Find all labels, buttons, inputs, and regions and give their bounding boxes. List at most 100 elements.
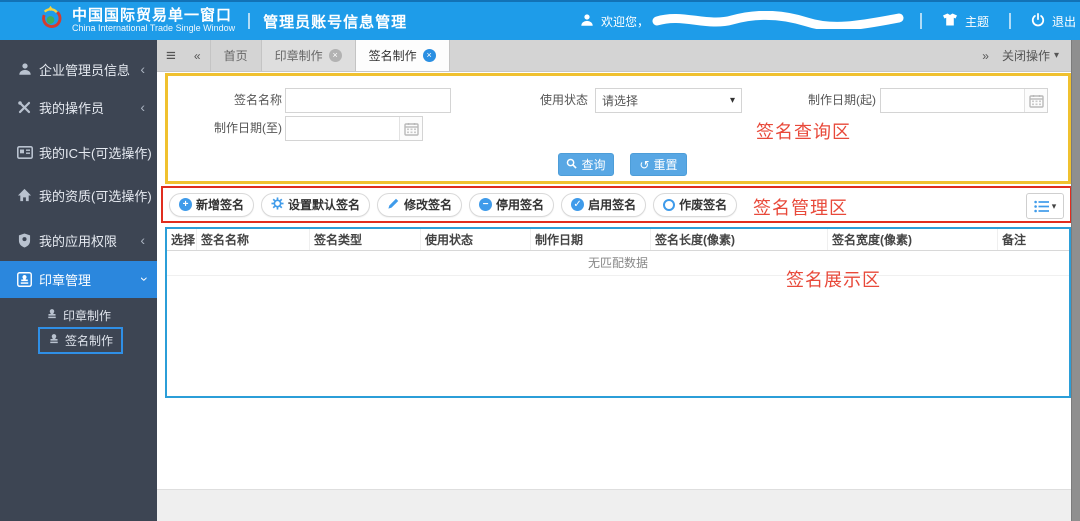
reset-button[interactable]: ↺ 重置 — [630, 153, 687, 176]
chevron-left-icon: ‹ — [140, 144, 145, 160]
brand-subtitle: China International Trade Single Window — [72, 24, 235, 34]
disable-signature-button[interactable]: − 停用签名 — [469, 193, 554, 217]
enable-signature-button[interactable]: ✓ 启用签名 — [561, 193, 646, 217]
search-icon — [566, 158, 577, 172]
search-button-label: 查询 — [581, 156, 605, 173]
sidebar-item-label: 企业管理员信息 — [39, 60, 130, 79]
footer-band — [157, 489, 1071, 521]
stamp-icon — [46, 308, 58, 323]
column-header-usage-status: 使用状态 — [421, 229, 531, 250]
tab-label: 首页 — [224, 47, 248, 64]
tab-home[interactable]: 首页 — [210, 40, 262, 71]
sidebar-item-my-app-permissions[interactable]: 我的应用权限 ‹ — [0, 221, 157, 259]
caret-down-icon: ▾ — [1054, 50, 1059, 61]
list-icon — [1034, 200, 1050, 213]
column-header-select: 选择 — [167, 229, 197, 250]
chevron-down-icon: ‹ — [135, 277, 151, 282]
query-zone-annotation: 签名查询区 — [756, 118, 851, 144]
stamp-icon — [48, 333, 60, 348]
scroll-tabs-left-icon[interactable]: « — [185, 49, 210, 63]
button-label: 作废签名 — [679, 196, 727, 213]
user-icon — [16, 62, 33, 76]
empty-data-message: 无匹配数据 — [167, 251, 1069, 276]
calendar-icon[interactable] — [399, 117, 422, 140]
signature-name-label: 签名名称 — [170, 88, 282, 113]
search-button[interactable]: 查询 — [558, 153, 614, 176]
button-label: 启用签名 — [588, 196, 636, 213]
id-card-icon — [16, 146, 33, 159]
tab-bar: ≡ « 首页 印章制作 × 签名制作 × » 关闭操作 ▾ — [157, 40, 1071, 72]
date-from-field — [880, 88, 1048, 113]
user-icon — [580, 13, 594, 30]
signature-name-input[interactable] — [285, 88, 451, 113]
caret-down-icon: ▾ — [1052, 201, 1057, 212]
circle-icon — [663, 199, 675, 211]
tab-label: 签名制作 — [369, 47, 417, 64]
power-icon[interactable] — [1031, 13, 1045, 30]
signature-manage-zone: + 新增签名 设置默认签名 — [161, 186, 1072, 223]
date-to-label: 制作日期(至) — [170, 116, 282, 141]
header-user-area: 欢迎您， 主题 退出 — [580, 11, 1076, 32]
table-header-row: 选择 签名名称 签名类型 使用状态 制作日期 签名长度(像素) 签名宽度(像素)… — [167, 229, 1069, 251]
usage-status-select[interactable]: 请选择 ▾ — [595, 88, 742, 113]
calendar-icon[interactable] — [1024, 89, 1047, 112]
close-tab-icon[interactable]: × — [423, 49, 436, 62]
date-to-input[interactable] — [286, 117, 398, 140]
add-signature-button[interactable]: + 新增签名 — [169, 193, 254, 217]
column-header-signature-type: 签名类型 — [310, 229, 421, 250]
tab-signature-making[interactable]: 签名制作 × — [356, 40, 450, 71]
sidebar-item-enterprise-admin-info[interactable]: 企业管理员信息 ‹ — [0, 50, 157, 88]
sidebar-item-label: 我的资质(可选操作) — [39, 186, 152, 205]
brand-logo: 中国国际贸易单一窗口 China International Trade Sin… — [36, 4, 235, 38]
column-header-make-date: 制作日期 — [531, 229, 651, 250]
logout-button[interactable]: 退出 — [1052, 13, 1076, 30]
emblem-icon — [36, 4, 65, 38]
sidebar-item-my-qualifications[interactable]: 我的资质(可选操作) ‹ — [0, 176, 157, 214]
menu-toggle-icon[interactable]: ≡ — [157, 46, 185, 66]
close-tab-icon[interactable]: × — [329, 49, 342, 62]
minus-circle-icon: − — [479, 198, 492, 211]
check-circle-icon: ✓ — [571, 198, 584, 211]
date-from-label: 制作日期(起) — [794, 88, 876, 113]
close-operations-dropdown[interactable]: 关闭操作 ▾ — [998, 47, 1071, 64]
set-default-signature-button[interactable]: 设置默认签名 — [261, 193, 370, 217]
date-from-input[interactable] — [881, 89, 1023, 112]
sidebar-subitem-signature-making[interactable]: 签名制作 — [0, 325, 157, 356]
column-header-signature-name: 签名名称 — [197, 229, 310, 250]
sidebar-item-my-ic-card[interactable]: 我的IC卡(可选操作) ‹ — [0, 133, 157, 171]
sidebar-item-seal-management[interactable]: 印章管理 ‹ — [0, 261, 157, 298]
header-divider — [1009, 13, 1011, 29]
reset-button-label: 重置 — [654, 156, 678, 173]
scroll-tabs-right-icon[interactable]: » — [973, 49, 998, 63]
sidebar-item-my-operators[interactable]: 我的操作员 ‹ — [0, 88, 157, 126]
modify-signature-button[interactable]: 修改签名 — [377, 193, 462, 217]
welcome-text: 欢迎您， — [601, 13, 649, 30]
chevron-left-icon: ‹ — [140, 99, 145, 115]
signature-display-zone: 选择 签名名称 签名类型 使用状态 制作日期 签名长度(像素) 签名宽度(像素)… — [165, 227, 1071, 398]
display-zone-annotation: 签名展示区 — [786, 266, 881, 292]
button-label: 修改签名 — [404, 196, 452, 213]
selected-item-frame: 签名制作 — [38, 327, 123, 354]
column-settings-button[interactable]: ▾ — [1026, 193, 1064, 219]
theme-icon[interactable] — [942, 13, 958, 29]
sidebar: 企业管理员信息 ‹ 我的操作员 ‹ — [0, 40, 157, 521]
brand-title: 中国国际贸易单一窗口 — [72, 8, 235, 25]
sidebar-item-label: 印章管理 — [39, 270, 91, 289]
close-operations-label: 关闭操作 — [1002, 47, 1050, 64]
void-signature-button[interactable]: 作废签名 — [653, 193, 737, 217]
caret-down-icon: ▾ — [730, 95, 735, 106]
theme-button[interactable]: 主题 — [965, 13, 989, 30]
tab-label: 印章制作 — [275, 47, 323, 64]
tab-bar-right: » 关闭操作 ▾ — [973, 40, 1071, 71]
chevron-left-icon: ‹ — [140, 61, 145, 77]
page-title: 管理员账号信息管理 — [263, 11, 407, 32]
button-label: 设置默认签名 — [288, 196, 360, 213]
stamp-icon — [16, 272, 33, 287]
main-area: ≡ « 首页 印章制作 × 签名制作 × » 关闭操作 ▾ — [157, 40, 1080, 521]
usage-status-label: 使用状态 — [530, 88, 588, 113]
column-header-remarks: 备注 — [998, 229, 1069, 250]
usage-status-value: 请选择 — [602, 92, 638, 109]
date-to-field — [285, 116, 423, 141]
vertical-scrollbar[interactable] — [1071, 40, 1080, 521]
tab-seal-making[interactable]: 印章制作 × — [262, 40, 356, 71]
